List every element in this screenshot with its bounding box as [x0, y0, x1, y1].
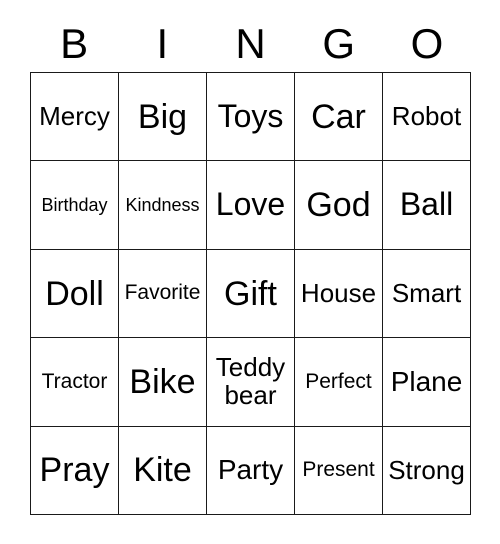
- bingo-cell-label: Favorite: [124, 281, 201, 305]
- bingo-cell[interactable]: Doll: [31, 249, 119, 339]
- bingo-cell-label: Pray: [39, 451, 110, 490]
- bingo-cell[interactable]: Present: [295, 426, 383, 516]
- bingo-cell[interactable]: Kite: [119, 426, 207, 516]
- bingo-cell[interactable]: Mercy: [31, 73, 119, 162]
- bingo-cell-label: Strong: [388, 454, 465, 485]
- bingo-cell-label: Tractor: [41, 369, 108, 393]
- bingo-cell-label: God: [306, 186, 371, 225]
- bingo-row: Doll Favorite Gift House Smart: [31, 249, 471, 339]
- bingo-header-letter-o: O: [410, 20, 444, 67]
- bingo-row: Mercy Big Toys Car Robot: [31, 73, 471, 162]
- bingo-cell-label: Car: [311, 97, 366, 136]
- bingo-cell[interactable]: Strong: [383, 426, 471, 516]
- bingo-cell-label: Big: [137, 97, 188, 136]
- bingo-cell-label: Smart: [391, 277, 462, 308]
- bingo-cell-label: Toys: [217, 97, 284, 134]
- bingo-cell-label: Gift: [224, 274, 277, 313]
- bingo-header-letter-i: I: [156, 20, 169, 67]
- bingo-cell[interactable]: Plane: [383, 338, 471, 427]
- bingo-cell[interactable]: Birthday: [31, 161, 119, 250]
- bingo-cell[interactable]: Pray: [31, 426, 119, 516]
- bingo-header-letter-b: B: [60, 20, 89, 67]
- bingo-cell[interactable]: Robot: [383, 73, 471, 162]
- bingo-cell[interactable]: Party: [207, 426, 295, 516]
- bingo-cell[interactable]: God: [295, 161, 383, 250]
- bingo-cell-label: Love: [215, 186, 286, 223]
- bingo-cell[interactable]: Love: [207, 161, 295, 250]
- bingo-cell-label: Plane: [390, 366, 463, 398]
- bingo-cell[interactable]: Teddy bear: [207, 338, 295, 427]
- bingo-cell[interactable]: Bike: [119, 338, 207, 427]
- bingo-cell-label: House: [300, 277, 377, 308]
- bingo-cell[interactable]: House: [295, 249, 383, 339]
- bingo-cell[interactable]: Gift: [207, 249, 295, 339]
- bingo-cell-label: Present: [302, 458, 375, 482]
- bingo-cell-label: Perfect: [305, 369, 372, 393]
- bingo-cell-label: Kite: [133, 451, 192, 490]
- bingo-cell-label: Mercy: [39, 100, 110, 131]
- bingo-cell[interactable]: Car: [295, 73, 383, 162]
- bingo-cell[interactable]: Big: [119, 73, 207, 162]
- bingo-cell[interactable]: Ball: [383, 161, 471, 250]
- bingo-cell[interactable]: Favorite: [119, 249, 207, 339]
- bingo-header-letter-g: G: [322, 20, 356, 67]
- bingo-cell-label: Robot: [391, 100, 462, 131]
- bingo-row: Tractor Bike Teddy bear Perfect Plane: [31, 338, 471, 427]
- bingo-cell-label: Party: [217, 454, 284, 486]
- bingo-cell[interactable]: Tractor: [31, 338, 119, 427]
- bingo-cell-label: Kindness: [125, 194, 200, 215]
- bingo-cell[interactable]: Kindness: [119, 161, 207, 250]
- bingo-cell[interactable]: Smart: [383, 249, 471, 339]
- bingo-header-letter-n: N: [235, 20, 266, 67]
- bingo-cell[interactable]: Perfect: [295, 338, 383, 427]
- bingo-cell-label: Doll: [45, 274, 104, 313]
- bingo-cell-label: Birthday: [41, 194, 108, 215]
- bingo-card: B I N G O Mercy Big Toys Car Robot Birthday Kindne…: [0, 0, 500, 544]
- bingo-cell-label: Teddy bear: [215, 352, 286, 410]
- bingo-row: Pray Kite Party Present Strong: [31, 426, 471, 516]
- bingo-grid: Mercy Big Toys Car Robot Birthday Kindness Love…: [30, 72, 471, 516]
- bingo-cell-label: Ball: [399, 186, 454, 223]
- bingo-cell-label: Bike: [129, 362, 196, 401]
- bingo-cell[interactable]: Toys: [207, 73, 295, 162]
- bingo-row: Birthday Kindness Love God Ball: [31, 161, 471, 250]
- bingo-header-row: BINGO: [30, 16, 471, 72]
